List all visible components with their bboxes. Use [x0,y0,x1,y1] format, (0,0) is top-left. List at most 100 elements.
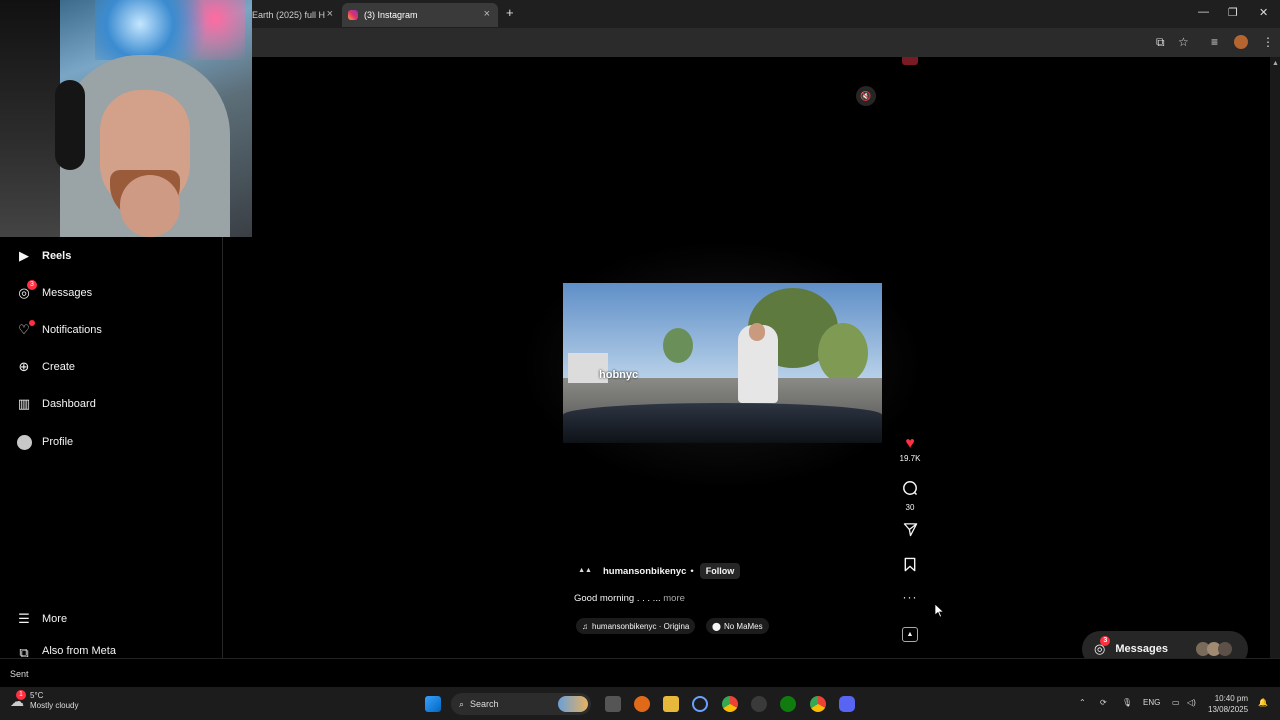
xbox-icon[interactable] [780,696,796,712]
instagram-sidebar: ▶ Reels ◎ 3 Messages ♡ Notifications ⊕ Cr… [0,237,223,658]
location-chip[interactable]: ⬤ No MaMes [706,618,769,634]
sidebar-item-dashboard[interactable]: ▥ Dashboard [16,393,96,415]
location-label: No MaMes [723,621,763,631]
chrome-profile-icon[interactable] [810,696,826,712]
audio-label: humansonbikenyc · Origina [592,621,690,631]
chrome-icon[interactable] [722,696,738,712]
network-icon[interactable]: ▭ [1172,698,1180,707]
instagram-icon [348,10,358,20]
weather-widget[interactable]: ☁ 1 5°C Mostly cloudy [10,689,79,711]
video-watermark: hobnyc [599,369,639,381]
tray-overflow-icon[interactable]: ⌃ [1079,698,1086,707]
media-controls-icon[interactable]: ≡ [1211,35,1218,49]
sidebar-item-label: Profile [42,436,74,448]
discord-icon[interactable] [839,696,855,712]
audio-logo-icon: ▲ [902,627,918,642]
taskbar-search[interactable]: ⌕ Search [451,693,591,715]
avatar [16,434,32,450]
windows-start-icon[interactable] [425,696,441,712]
plus-square-icon: ⊕ [18,359,30,374]
tab-label: Earth (2025) full H [252,10,326,20]
separator-dot: • [690,565,694,577]
sidebar-item-more[interactable]: ☰ More [16,608,67,630]
install-app-icon[interactable]: ⧉ [1156,35,1165,50]
volume-icon[interactable]: ◁) [1187,698,1196,707]
close-icon[interactable]: × [327,8,333,20]
task-view-icon[interactable] [605,696,621,712]
messenger-icon: ◎ 3 [1094,636,1111,657]
reel-author: ▲▲ humansonbikenyc • Follow [576,563,741,579]
window-close-icon[interactable]: ✕ [1259,6,1268,19]
cloud-icon: ☁ 1 [10,689,26,709]
sidebar-item-notifications[interactable]: ♡ Notifications [16,319,102,341]
sidebar-item-messages[interactable]: ◎ 3 Messages [16,280,93,304]
minimize-icon[interactable]: — [1198,6,1209,18]
chart-icon: ▥ [17,396,31,411]
close-icon[interactable]: × [484,8,490,20]
heart-icon: ♡ [16,320,35,338]
language-indicator[interactable]: ENG [1143,698,1160,707]
messages-pill-label: Messages [1115,643,1168,655]
sidebar-item-meta[interactable]: ⧉ Also from Meta [16,645,116,658]
page-scrollbar[interactable]: ▲ [1270,57,1280,658]
share-button[interactable] [897,522,923,542]
tab-instagram[interactable]: (3) Instagram × [342,3,498,27]
sidebar-item-label: Dashboard [42,398,96,410]
bookmark-icon [904,557,916,572]
tab-label: (3) Instagram [364,10,418,20]
comment-count: 30 [905,503,915,512]
music-note-icon: ♫ [582,621,588,631]
kebab-menu-icon[interactable]: ⋮ [1262,35,1274,49]
weather-temp: 5°C [30,691,44,700]
follow-button[interactable]: Follow [699,563,741,579]
caption-text: Good morning . . . ... [574,593,661,604]
search-highlight-icon [558,696,588,712]
notification-bell-icon[interactable]: 🔔 [1258,698,1268,707]
sidebar-item-create[interactable]: ⊕ Create [16,356,75,378]
sidebar-item-label: Reels [42,250,72,262]
reel-caption: Good morning . . . ... more [574,593,685,604]
mute-toggle-icon[interactable]: 🔇 [856,86,876,106]
like-button[interactable]: ♥ 19.7K [897,436,923,464]
caption-more-link[interactable]: more [663,593,685,604]
status-text: Sent [10,669,29,679]
clock-time: 10:40 pm [1214,694,1249,703]
cortana-icon[interactable] [692,696,708,712]
author-username[interactable]: humansonbikenyc [603,566,686,577]
messages-badge: 3 [1100,636,1111,646]
messages-badge: 3 [27,280,37,290]
microphone-icon[interactable]: 🎙 [1122,698,1132,707]
audio-chip[interactable]: ♫ humansonbikenyc · Origina [576,618,696,634]
sidebar-item-label: Create [42,361,76,373]
notification-dot [29,320,35,326]
obs-icon[interactable] [751,696,767,712]
like-count: 19.7K [899,454,921,463]
save-button[interactable] [897,557,923,577]
reel-video[interactable]: hobnyc [563,283,882,443]
weather-badge: 1 [16,689,26,700]
clock-date: 13/08/2025 [1208,705,1249,714]
file-explorer-icon[interactable] [663,696,679,712]
comment-button[interactable]: 30 [897,480,923,512]
brave-icon[interactable] [634,696,650,712]
sidebar-meta-label: Also from Meta [42,645,116,657]
more-options-icon[interactable]: ··· [897,590,923,604]
sidebar-item-reels[interactable]: ▶ Reels [16,245,71,267]
sync-icon[interactable]: ⟳ [1100,698,1107,707]
new-tab-plus-icon[interactable]: + [506,5,514,20]
location-pin-icon: ⬤ [712,621,721,631]
restore-icon[interactable]: ❐ [1228,6,1238,19]
reels-icon: ▶ [19,248,29,263]
author-avatar[interactable]: ▲▲ [576,563,594,579]
sidebar-item-profile[interactable]: Profile [16,431,73,453]
previous-reel-edge [902,57,918,65]
recent-contacts-avatars [1196,642,1232,656]
tab-earth[interactable]: Earth (2025) full H × [246,3,341,27]
sidebar-item-label: Messages [42,287,93,299]
weather-desc: Mostly cloudy [30,701,79,710]
taskbar-clock[interactable]: 10:40 pm 13/08/2025 [1208,693,1248,715]
taskbar-search-label: Search [470,699,499,709]
bookmark-star-icon[interactable]: ☆ [1178,35,1189,49]
audio-thumbnail[interactable]: ▲ [897,627,923,642]
profile-avatar[interactable] [1234,35,1248,49]
